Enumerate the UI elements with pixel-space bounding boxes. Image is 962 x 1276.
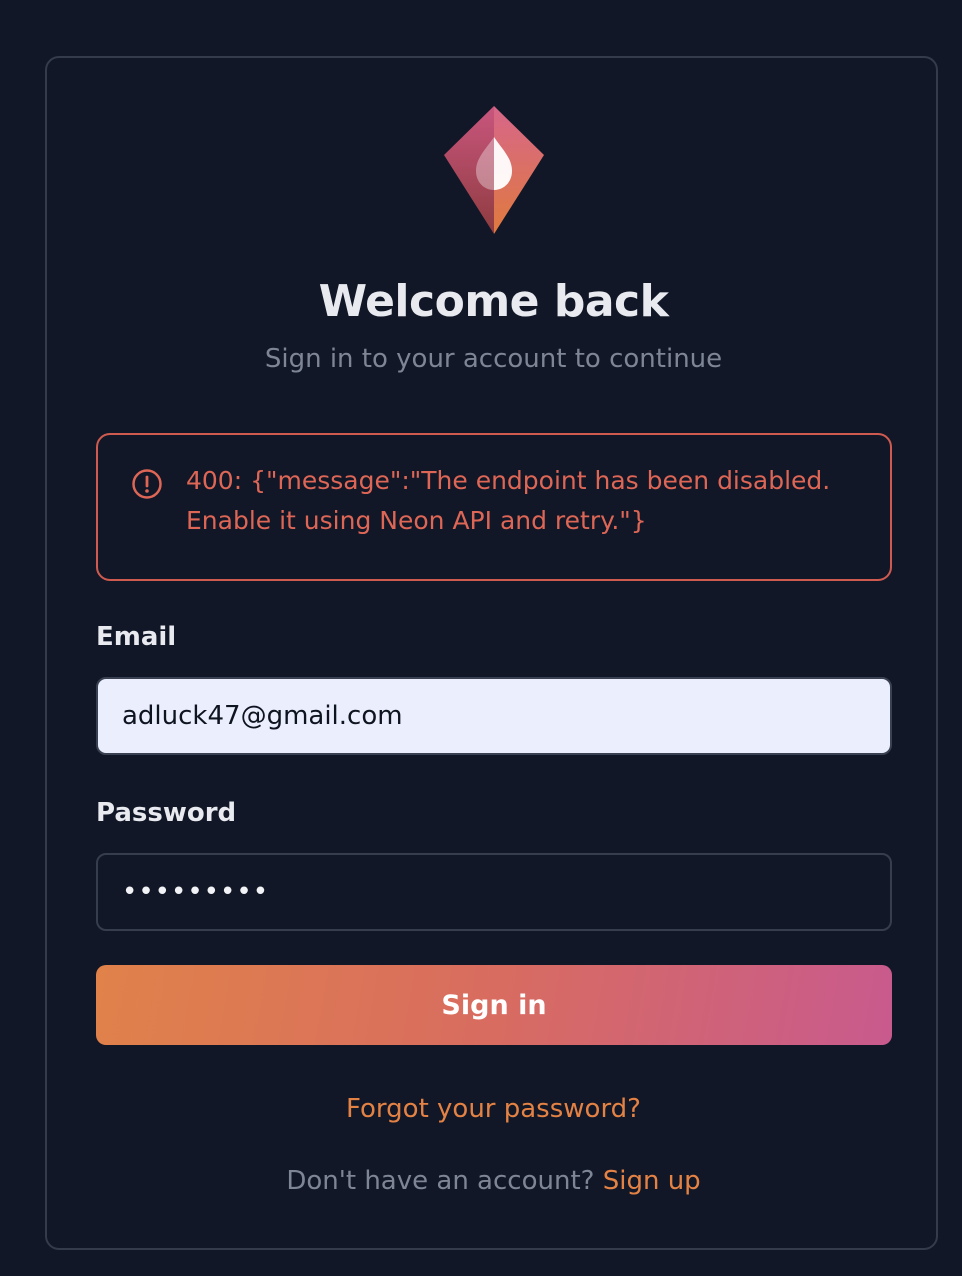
email-label: Email: [96, 622, 177, 652]
sign-up-link[interactable]: Sign up: [603, 1166, 701, 1196]
email-field[interactable]: [96, 677, 892, 755]
flame-diamond-icon: [443, 104, 545, 236]
password-label: Password: [96, 798, 237, 828]
sign-in-button[interactable]: Sign in: [96, 965, 892, 1045]
password-field[interactable]: [96, 853, 892, 931]
forgot-password-link[interactable]: Forgot your password?: [47, 1094, 940, 1124]
error-alert: 400: {"message":"The endpoint has been d…: [96, 433, 892, 581]
error-message: 400: {"message":"The endpoint has been d…: [186, 466, 831, 535]
signup-prompt: Don't have an account?: [286, 1166, 603, 1196]
page-subtitle: Sign in to your account to continue: [264, 344, 723, 374]
signup-row: Don't have an account? Sign up: [47, 1166, 940, 1196]
page-title: Welcome back: [318, 276, 669, 327]
sign-in-card: Welcome back Sign in to your account to …: [45, 56, 938, 1250]
alert-circle-icon: [131, 468, 163, 500]
